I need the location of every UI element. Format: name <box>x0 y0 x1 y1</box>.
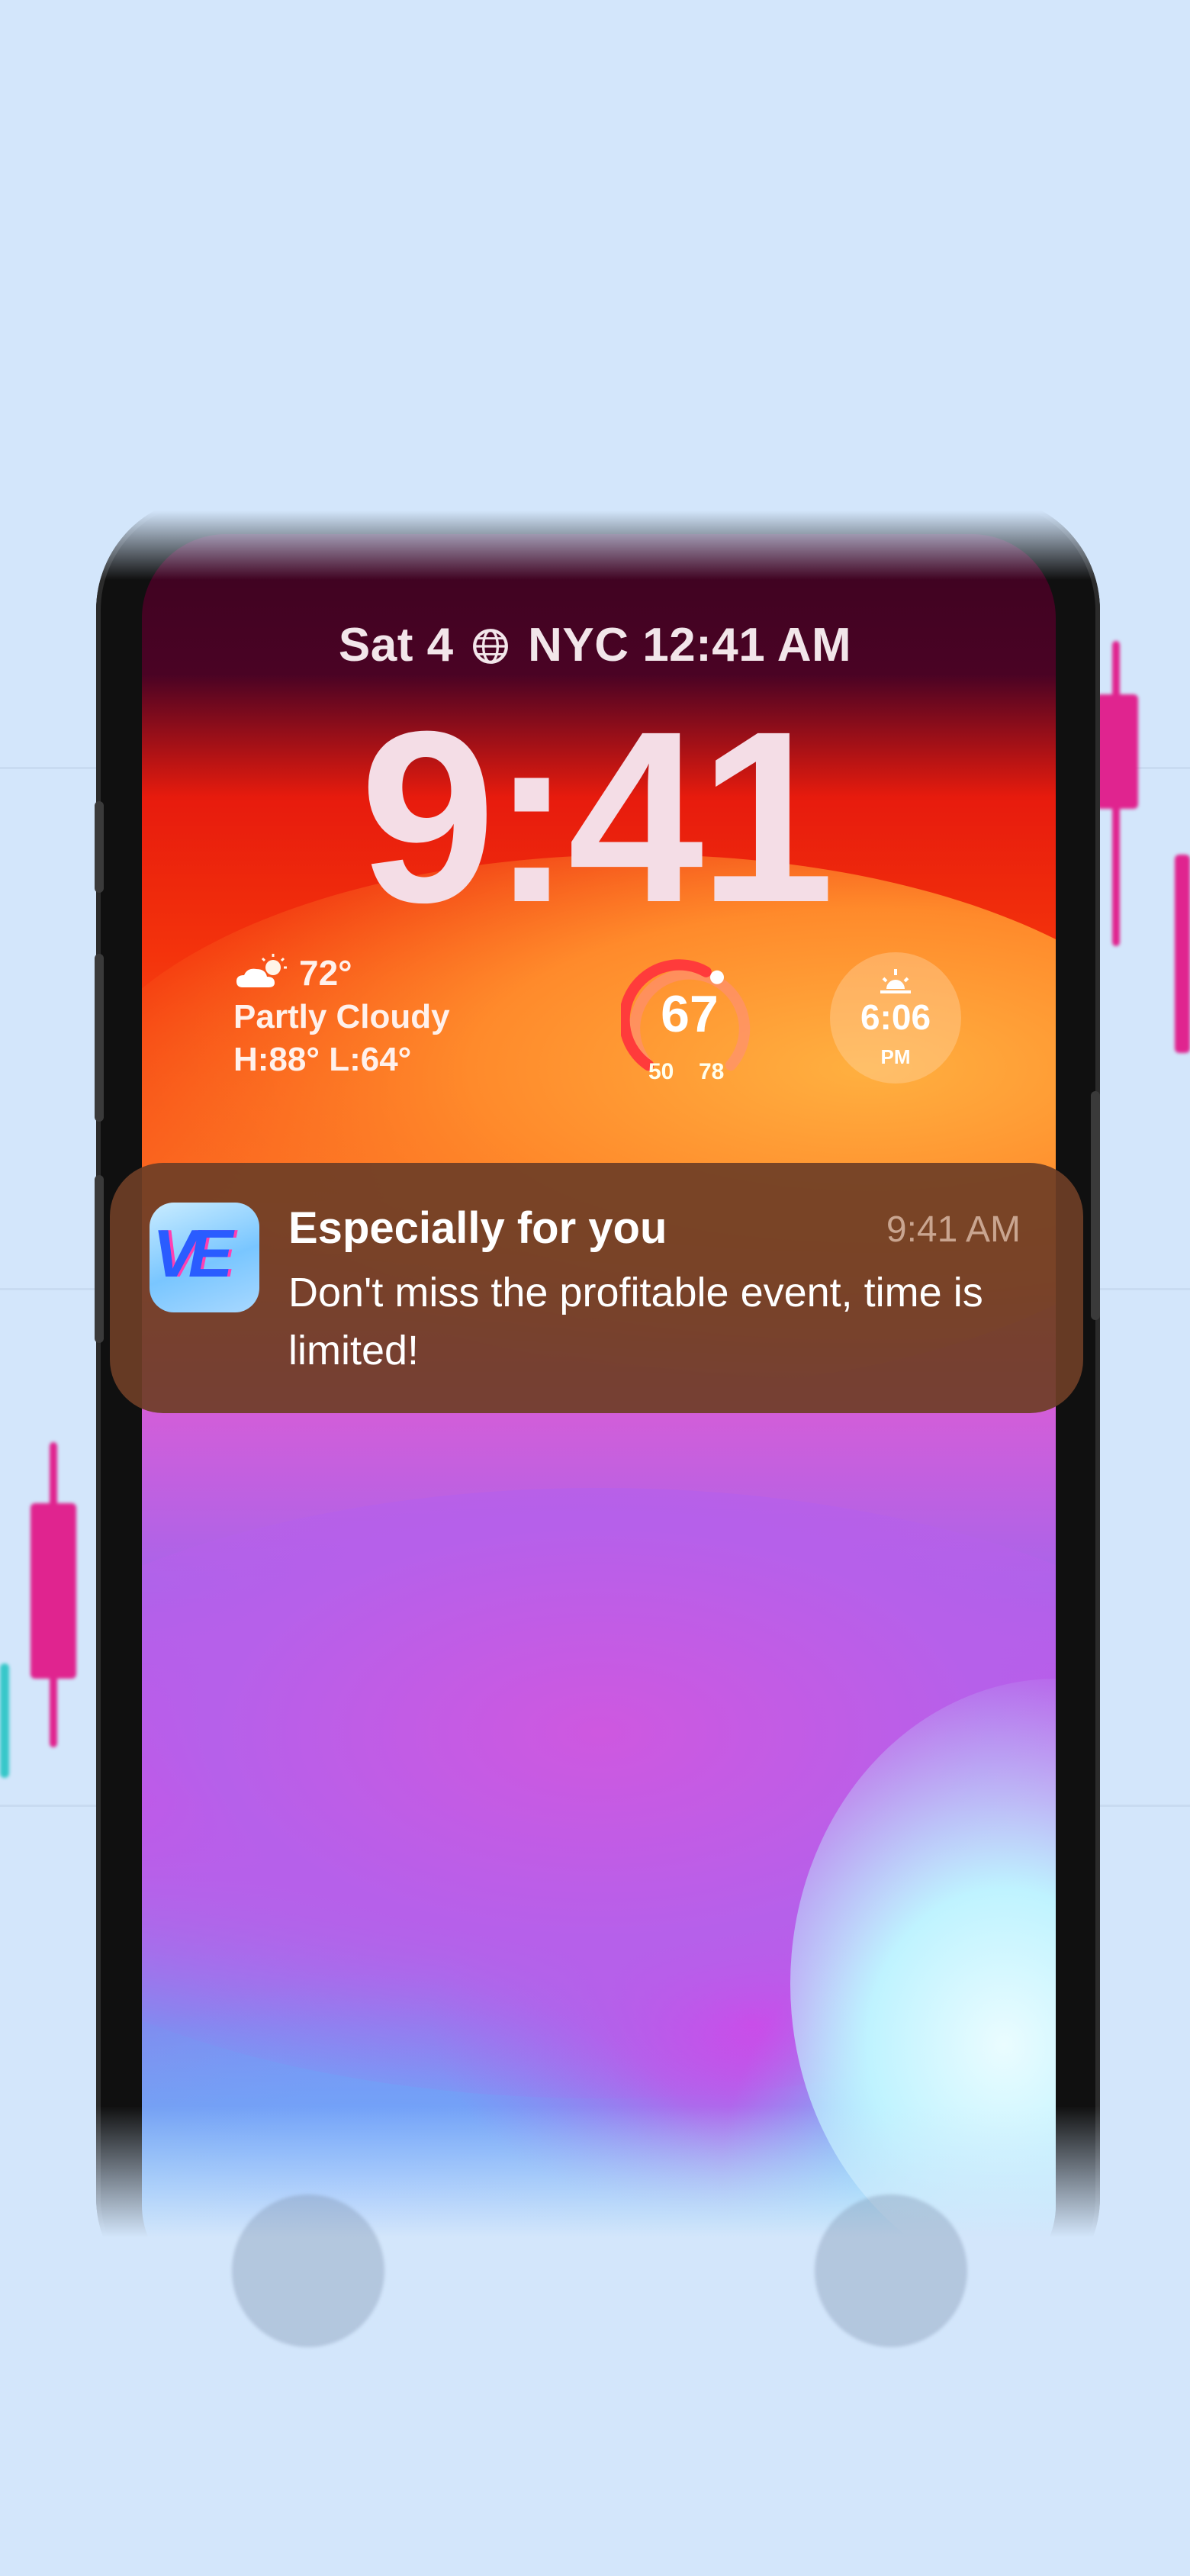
lockscreen-world-clock: NYC 12:41 AM <box>528 619 852 671</box>
lockscreen-clock: 9:41 <box>359 680 835 953</box>
flashlight-button[interactable] <box>232 2194 384 2347</box>
notification-body: Don't miss the profitable event, time is… <box>288 1270 983 1373</box>
sunset-icon <box>880 969 911 993</box>
weather-condition: Partly Cloudy <box>233 998 450 1035</box>
lockscreen-date-line: Sat 4 NYC 12:41 AM <box>0 618 1190 672</box>
weather-temperature: 72° <box>299 953 352 993</box>
camera-button[interactable] <box>815 2194 967 2347</box>
gauge-value: 67 <box>661 985 719 1043</box>
lockscreen-date: Sat 4 <box>338 619 454 671</box>
weather-widget[interactable]: 72° Partly Cloudy H:88° L:64° <box>233 952 450 1079</box>
weather-high-low: H:88° L:64° <box>233 1041 412 1078</box>
globe-icon <box>473 629 509 664</box>
top-fade-overlay <box>0 0 1190 580</box>
sunset-widget[interactable]: 6:06 PM <box>830 952 961 1084</box>
notification-time: 9:41 AM <box>886 1209 1021 1250</box>
partly-cloudy-icon <box>236 954 287 987</box>
background-candle <box>31 1503 76 1679</box>
phone-volume-down-button <box>95 1175 104 1343</box>
phone-volume-up-button <box>95 954 104 1122</box>
background-candle <box>0 1663 9 1778</box>
phone-power-button <box>1091 1091 1100 1320</box>
app-logo-icon: VE <box>150 1203 259 1312</box>
notification-banner[interactable]: VE Especially for you 9:41 AM Don't miss… <box>110 1163 1083 1413</box>
sunset-time: 6:06 <box>860 997 931 1037</box>
sunset-ampm: PM <box>880 1045 911 1068</box>
gauge-low: 50 <box>648 1059 674 1084</box>
bottom-fade-overlay <box>0 2106 1190 2576</box>
notification-title: Especially for you <box>288 1203 667 1253</box>
gauge-high: 78 <box>699 1059 725 1084</box>
